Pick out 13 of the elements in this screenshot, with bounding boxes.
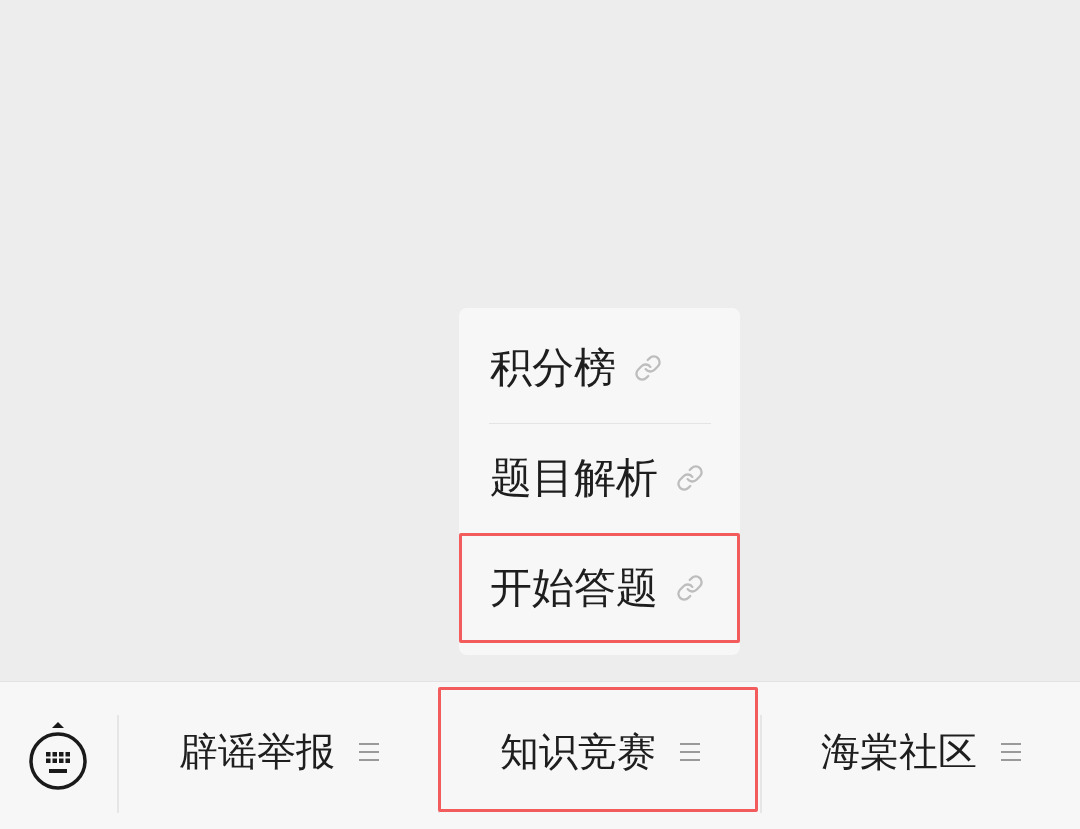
link-icon bbox=[676, 574, 704, 602]
link-icon bbox=[676, 464, 704, 492]
menu-icon bbox=[358, 742, 379, 761]
menu-item[interactable]: 开始答题 bbox=[459, 533, 740, 643]
tab[interactable]: 辟谣举报 bbox=[117, 687, 437, 812]
link-icon bbox=[634, 354, 662, 382]
keyboard-icon[interactable] bbox=[27, 720, 89, 793]
tab[interactable]: 知识竞赛 bbox=[438, 687, 758, 812]
menu-item[interactable]: 题目解析 bbox=[459, 423, 740, 533]
menu-icon bbox=[1001, 742, 1022, 761]
tab[interactable]: 海棠社区 bbox=[759, 687, 1079, 812]
menu-icon bbox=[680, 742, 700, 761]
menu-item[interactable]: 积分榜 bbox=[459, 313, 740, 423]
